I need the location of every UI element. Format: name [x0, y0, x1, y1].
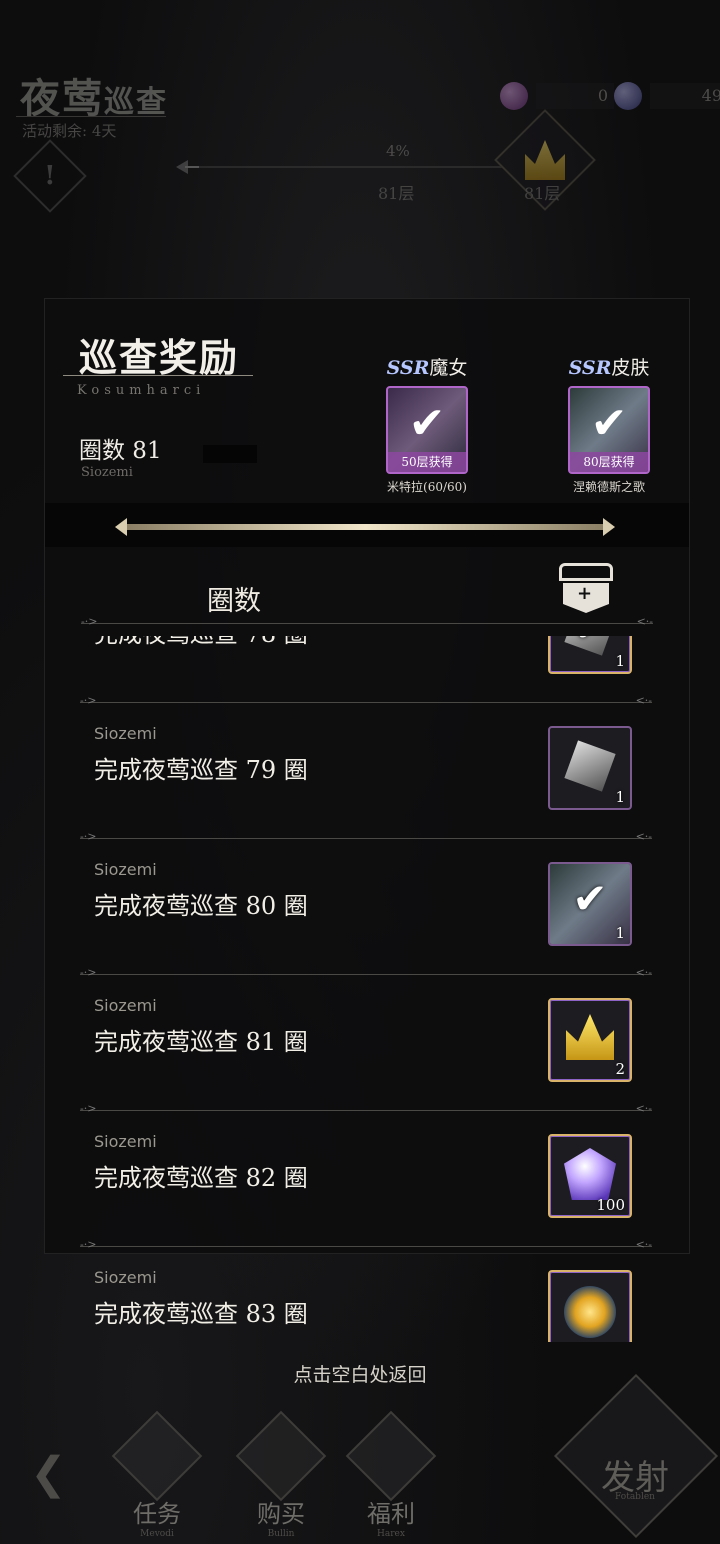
reward-row: Siozemi 完成夜莺巡查 80 圈 ✔ 1	[44, 840, 688, 979]
blue-orb-icon	[614, 82, 642, 110]
reward-list[interactable]: 完成夜莺巡查 78 圈 ✔ 1 Siozemi 完成夜莺巡查 79 圈 1 Si…	[44, 636, 688, 1342]
laps-bar	[203, 445, 257, 463]
check-icon: ✔	[572, 874, 608, 923]
currency-2: 49	[614, 82, 720, 110]
laps-subtitle: Siozemi	[81, 465, 133, 480]
currency-2-value: 49	[650, 83, 720, 109]
reward-row: Siozemi 完成夜莺巡查 83 圈	[44, 1248, 688, 1342]
box-icon[interactable]: 1	[548, 726, 632, 810]
reward-text: 完成夜莺巡查 83 圈	[94, 1300, 308, 1328]
milestone-name: 米特拉(60/60)	[387, 480, 467, 494]
reward-row: Siozemi 完成夜莺巡查 82 圈 100	[44, 1112, 688, 1251]
modal-subtitle: Kosumharci	[77, 383, 206, 398]
back-arrow-icon[interactable]: ❮	[30, 1448, 67, 1499]
currency-1-value: 0	[536, 83, 614, 109]
floor-target: 81层	[524, 184, 561, 203]
milestone-name: 涅赖德斯之歌	[572, 480, 645, 494]
column-header: 圈数	[207, 586, 261, 617]
floor-current: 81层	[378, 184, 415, 203]
crown-icon[interactable]: 2	[548, 998, 632, 1082]
nav-tasks[interactable]: 任务 Mevodi	[111, 1410, 203, 1539]
progress-percent: 4%	[386, 142, 410, 160]
header-divider	[81, 615, 653, 628]
reward-text: 完成夜莺巡查 82 圈	[94, 1164, 308, 1192]
remaining-time: 活动剩余: 4天	[22, 122, 117, 140]
check-icon: ✔	[550, 636, 630, 651]
nav-shop[interactable]: 购买 Bullin	[235, 1410, 327, 1539]
check-icon: ✔	[408, 398, 446, 449]
purple-orb-icon	[500, 82, 528, 110]
fire-button[interactable]: 发射 Fotablen	[553, 1373, 719, 1539]
title-divider	[63, 375, 253, 376]
gem-icon[interactable]: 100	[548, 1134, 632, 1218]
nav-benefits[interactable]: 福利 Harex	[345, 1410, 437, 1539]
laps-count: 圈数 81	[79, 438, 162, 464]
portrait-icon[interactable]: ✔ 1	[548, 862, 632, 946]
scroll-icon	[111, 1410, 203, 1502]
skin-card[interactable]: ✔ 80层获得	[568, 386, 650, 474]
check-icon: ✔	[590, 398, 628, 449]
milestone-track	[115, 518, 615, 536]
reward-row: 完成夜莺巡查 78 圈 ✔ 1	[44, 636, 688, 707]
crystal-ball-icon	[345, 1410, 437, 1502]
reward-text: 完成夜莺巡查 80 圈	[94, 892, 308, 920]
reward-row: Siozemi 完成夜莺巡查 81 圈 2	[44, 976, 688, 1115]
progress-fill	[185, 166, 200, 168]
reward-text: 完成夜莺巡查 79 圈	[94, 756, 308, 784]
modal-title: 巡查奖励	[79, 335, 240, 380]
box-icon[interactable]: ✔ 1	[548, 636, 632, 674]
title-underline	[16, 116, 166, 117]
milestone-skin[interactable]: SSR皮肤 ✔ 80层获得 涅赖德斯之歌 80	[559, 353, 659, 523]
milestone-witch[interactable]: SSR魔女 ✔ 50层获得 米特拉(60/60) 50	[377, 353, 477, 523]
witch-card[interactable]: ✔ 50层获得	[386, 386, 468, 474]
currency-1: 0	[500, 82, 614, 110]
basket-icon	[235, 1410, 327, 1502]
reward-row: Siozemi 完成夜莺巡查 79 圈 1	[44, 704, 688, 843]
orb-icon[interactable]	[548, 1270, 632, 1342]
progress-bar	[185, 166, 545, 168]
reward-text: 完成夜莺巡查 81 圈	[94, 1028, 308, 1056]
chest-icon: +	[559, 563, 613, 615]
reward-text: 完成夜莺巡查 78 圈	[94, 636, 308, 649]
